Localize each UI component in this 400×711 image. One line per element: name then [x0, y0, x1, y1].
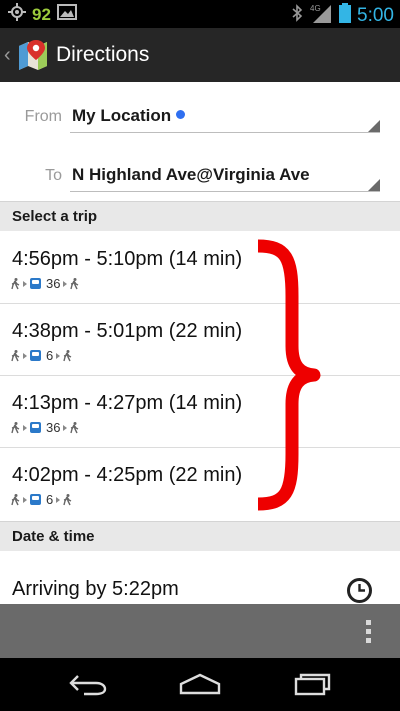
dropdown-triangle-icon[interactable] [368, 120, 380, 132]
dropdown-triangle-icon[interactable] [368, 179, 380, 191]
bus-icon [30, 494, 41, 505]
arrow-right-icon [56, 352, 61, 359]
arrow-right-icon [23, 280, 27, 287]
bluetooth-icon [291, 4, 303, 27]
route-number: 6 [46, 348, 54, 363]
arrow-right-icon [56, 496, 61, 503]
date-time-header: Date & time [0, 521, 400, 551]
bus-icon [30, 350, 41, 361]
to-row[interactable]: To N Highland Ave@Virginia Ave [0, 145, 400, 195]
arriving-text: Arriving by 5:22pm [12, 578, 179, 600]
walk-icon [63, 349, 72, 362]
bottom-action-bar [0, 604, 400, 658]
recent-apps-icon[interactable] [292, 672, 332, 701]
route-number: 36 [46, 276, 61, 291]
trip-option[interactable]: 4:02pm - 4:25pm (22 min) 6 [0, 448, 400, 520]
gps-icon [8, 3, 26, 26]
to-label: To [45, 167, 62, 184]
bus-icon [30, 422, 41, 433]
screen: { "status_bar": { "notification_count": … [0, 0, 400, 711]
page-title: Directions [56, 43, 150, 66]
arrow-right-icon [63, 280, 68, 287]
up-caret-icon[interactable]: ‹ [4, 44, 14, 67]
from-underline [70, 132, 380, 133]
trip-list: 4:56pm - 5:10pm (14 min) 36 4:38pm - 5:0… [0, 232, 400, 520]
back-icon[interactable] [68, 672, 108, 701]
walk-icon [63, 493, 72, 506]
walk-icon [11, 349, 20, 362]
arrow-right-icon [23, 352, 27, 359]
google-maps-icon[interactable] [16, 38, 50, 72]
picture-icon [56, 4, 77, 25]
trip-option[interactable]: 4:38pm - 5:01pm (22 min) 6 [0, 304, 400, 376]
from-value-text: My Location [72, 106, 172, 125]
walk-icon [11, 277, 20, 290]
action-bar: ‹ Directions [0, 28, 400, 82]
location-dot-icon [176, 110, 186, 119]
clock-time: 5:00 [357, 4, 394, 26]
trip-option[interactable]: 4:13pm - 4:27pm (14 min) 36 [0, 376, 400, 448]
trip-route: 6 [11, 348, 72, 363]
trip-route: 36 [11, 276, 79, 291]
from-value[interactable]: My Location [72, 106, 186, 126]
select-trip-header: Select a trip [0, 201, 400, 231]
directions-form: From My Location To N Highland Ave@Virgi… [0, 82, 400, 200]
route-number: 36 [46, 420, 61, 435]
battery-icon [339, 3, 352, 28]
from-label: From [24, 108, 62, 125]
home-icon[interactable] [178, 672, 222, 701]
trip-route: 36 [11, 420, 79, 435]
bus-icon [30, 278, 41, 289]
walk-icon [11, 493, 20, 506]
from-row[interactable]: From My Location [0, 86, 400, 136]
arrow-right-icon [23, 424, 27, 431]
clock-icon[interactable] [347, 578, 372, 603]
trip-time: 4:02pm - 4:25pm (22 min) [12, 464, 243, 486]
arriving-row[interactable]: Arriving by 5:22pm [0, 552, 400, 604]
walk-icon [70, 421, 79, 434]
walk-icon [11, 421, 20, 434]
status-bar: 92 4G 5:00 [0, 0, 400, 28]
trip-option[interactable]: 4:56pm - 5:10pm (14 min) 36 [0, 232, 400, 304]
arrow-right-icon [23, 496, 27, 503]
to-value[interactable]: N Highland Ave@Virginia Ave [72, 165, 310, 185]
route-number: 6 [46, 492, 54, 507]
trip-time: 4:38pm - 5:01pm (22 min) [12, 320, 243, 342]
to-underline [70, 191, 380, 192]
signal-icon: 4G [309, 3, 333, 28]
overflow-menu-icon[interactable] [366, 620, 372, 644]
trip-route: 6 [11, 492, 72, 507]
navigation-bar [0, 658, 400, 711]
network-label: 4G [310, 4, 321, 13]
trip-time: 4:56pm - 5:10pm (14 min) [12, 248, 243, 270]
trip-time: 4:13pm - 4:27pm (14 min) [12, 392, 243, 414]
arrow-right-icon [63, 424, 68, 431]
walk-icon [70, 277, 79, 290]
notification-count: 92 [32, 4, 51, 24]
